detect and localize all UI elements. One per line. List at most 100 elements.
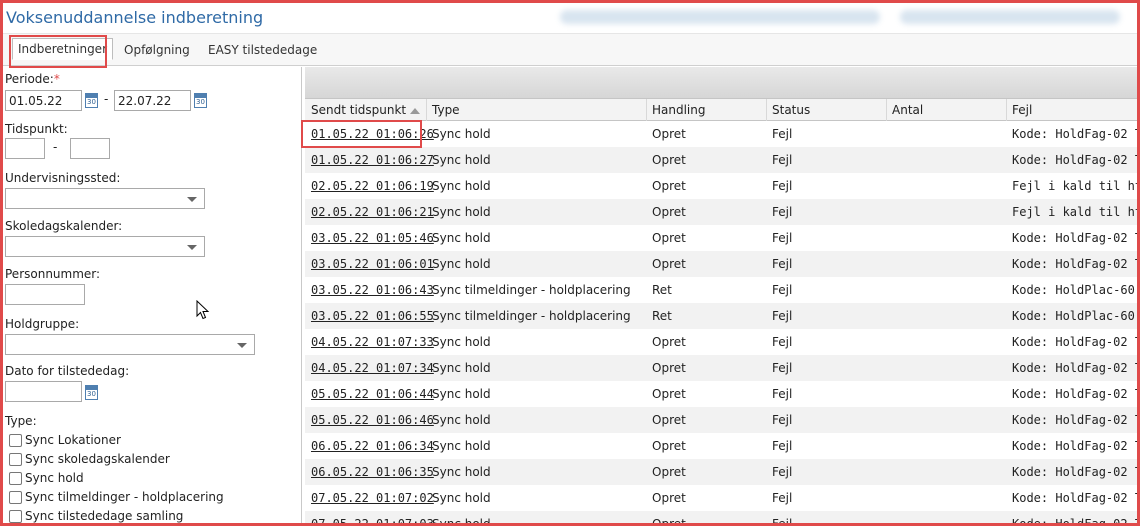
table-row[interactable]: 02.05.22 01:06:21 Sync hold Opret Fejl Fejl … (305, 199, 1140, 225)
cell-handling: Opret (652, 465, 686, 479)
cell-status: Fejl (772, 517, 793, 526)
cell-handling: Ret (652, 309, 672, 323)
table-row[interactable]: 05.05.22 01:06:44 Sync hold Opret Fejl Kode:… (305, 381, 1140, 407)
table-row[interactable]: 01.05.22 01:06:27 Sync hold Opret Fejl Kode:… (305, 147, 1140, 173)
cell-status: Fejl (772, 283, 793, 297)
type-option-label: Sync tilstededage samling (25, 509, 184, 523)
cell-sendt[interactable]: 04.05.22 01:07:33 (311, 335, 434, 349)
holdgruppe-select[interactable] (5, 334, 255, 355)
cell-sendt[interactable]: 05.05.22 01:06:44 (311, 387, 434, 401)
cell-fejl: Fejl i kald til https:/ (1012, 179, 1140, 193)
cell-handling: Opret (652, 205, 686, 219)
cell-type: Sync tilmeldinger - holdplacering (432, 309, 631, 323)
periode-to-input[interactable] (114, 90, 191, 111)
checkbox[interactable] (9, 453, 22, 466)
tidspunkt-from-input[interactable] (5, 138, 45, 159)
cell-handling: Ret (652, 283, 672, 297)
table-row[interactable]: 04.05.22 01:07:33 Sync hold Opret Fejl Kode:… (305, 329, 1140, 355)
dato-tilstededag-label: Dato for tilstededag: (5, 364, 130, 378)
table-row[interactable]: 07.05.22 01:07:03 Sync hold Opret Fejl Kode:… (305, 511, 1140, 526)
cell-status: Fejl (772, 231, 793, 245)
cell-fejl: Kode: HoldFag-02 Tek (1012, 413, 1140, 427)
cell-sendt[interactable]: 07.05.22 01:07:02 (311, 491, 434, 505)
cell-sendt[interactable]: 07.05.22 01:07:03 (311, 517, 434, 526)
row-highlight-annotation (301, 120, 422, 148)
cell-sendt[interactable]: 03.05.22 01:05:46 (311, 231, 434, 245)
cell-type: Sync hold (432, 439, 491, 453)
chevron-down-icon (187, 245, 197, 250)
cell-type: Sync hold (432, 179, 491, 193)
results-toolbar (305, 67, 1140, 99)
calendar-icon[interactable]: 30 (85, 385, 98, 400)
type-option-label: Sync Lokationer (25, 433, 121, 447)
cell-fejl: Kode: HoldPlac-60 Tek (1012, 283, 1140, 297)
cell-fejl: Kode: HoldFag-02 Tek (1012, 387, 1140, 401)
table-row[interactable]: 03.05.22 01:05:46 Sync hold Opret Fejl Kode:… (305, 225, 1140, 251)
table-row[interactable]: 04.05.22 01:07:34 Sync hold Opret Fejl Kode:… (305, 355, 1140, 381)
column-header-fejl[interactable]: Fejl (1012, 103, 1032, 117)
cell-status: Fejl (772, 153, 793, 167)
table-row[interactable]: 01.05.22 01:06:26 Sync hold Opret Fejl Kode:… (305, 121, 1140, 147)
table-row[interactable]: 03.05.22 01:06:01 Sync hold Opret Fejl Kode:… (305, 251, 1140, 277)
table-row[interactable]: 02.05.22 01:06:19 Sync hold Opret Fejl Fejl … (305, 173, 1140, 199)
cell-sendt[interactable]: 06.05.22 01:06:34 (311, 439, 434, 453)
cell-fejl: Kode: HoldFag-02 Tek (1012, 439, 1140, 453)
cell-handling: Opret (652, 491, 686, 505)
tidspunkt-to-input[interactable] (70, 138, 110, 159)
cell-type: Sync hold (432, 205, 491, 219)
cell-sendt[interactable]: 02.05.22 01:06:19 (311, 179, 434, 193)
table-row[interactable]: 06.05.22 01:06:34 Sync hold Opret Fejl Kode:… (305, 433, 1140, 459)
personnummer-input[interactable] (5, 284, 85, 305)
checkbox[interactable] (9, 510, 22, 523)
table-row[interactable]: 03.05.22 01:06:43 Sync tilmeldinger - hol… (305, 277, 1140, 303)
type-label: Type: (5, 414, 37, 428)
undervisningssted-select[interactable] (5, 188, 205, 209)
skoledagskalender-select[interactable] (5, 236, 205, 257)
column-header-handling[interactable]: Handling (652, 103, 706, 117)
periode-from-input[interactable] (5, 90, 82, 111)
cell-fejl: Kode: HoldFag-02 Tek (1012, 257, 1140, 271)
cell-type: Sync hold (432, 517, 491, 526)
cell-sendt[interactable]: 06.05.22 01:06:35 (311, 465, 434, 479)
dato-tilstededag-input[interactable] (5, 381, 82, 402)
cell-fejl: Kode: HoldFag-02 Tek (1012, 465, 1140, 479)
cell-type: Sync hold (432, 153, 491, 167)
cell-sendt[interactable]: 03.05.22 01:06:01 (311, 257, 434, 271)
cell-sendt[interactable]: 03.05.22 01:06:43 (311, 283, 434, 297)
calendar-icon[interactable]: 30 (194, 93, 207, 108)
cell-fejl: Fejl i kald til https:/ (1012, 205, 1140, 219)
column-header-status[interactable]: Status (772, 103, 810, 117)
cell-sendt[interactable]: 02.05.22 01:06:21 (311, 205, 434, 219)
table-row[interactable]: 03.05.22 01:06:55 Sync tilmeldinger - hol… (305, 303, 1140, 329)
cell-type: Sync hold (432, 335, 491, 349)
results-panel: Sendt tidspunkt Type Handling Status Ant… (305, 67, 1140, 526)
column-header-sendt[interactable]: Sendt tidspunkt (311, 103, 421, 117)
cell-sendt[interactable]: 01.05.22 01:06:27 (311, 153, 434, 167)
column-header-type[interactable]: Type (432, 103, 460, 117)
tab-opfolgning[interactable]: Opfølgning (124, 43, 190, 57)
cell-sendt[interactable]: 03.05.22 01:06:55 (311, 309, 434, 323)
checkbox[interactable] (9, 434, 22, 447)
cell-sendt[interactable]: 05.05.22 01:06:46 (311, 413, 434, 427)
table-row[interactable]: 06.05.22 01:06:35 Sync hold Opret Fejl Kode:… (305, 459, 1140, 485)
cell-handling: Opret (652, 179, 686, 193)
cell-fejl: Kode: HoldPlac-60 Tek (1012, 309, 1140, 323)
calendar-icon-label: 30 (196, 98, 205, 106)
cell-type: Sync hold (432, 465, 491, 479)
title-bar: Voksenuddannelse indberetning (0, 0, 1140, 34)
tab-easy-tilstededage[interactable]: EASY tilstededage (208, 43, 317, 57)
cell-handling: Opret (652, 335, 686, 349)
sort-asc-icon (410, 107, 421, 114)
cell-sendt[interactable]: 04.05.22 01:07:34 (311, 361, 434, 375)
checkbox[interactable] (9, 472, 22, 485)
cell-handling: Opret (652, 413, 686, 427)
table-row[interactable]: 07.05.22 01:07:02 Sync hold Opret Fejl Kode:… (305, 485, 1140, 511)
table-row[interactable]: 05.05.22 01:06:46 Sync hold Opret Fejl Kode:… (305, 407, 1140, 433)
column-header-antal[interactable]: Antal (892, 103, 923, 117)
app-title: Voksenuddannelse indberetning (6, 8, 264, 27)
checkbox[interactable] (9, 491, 22, 504)
tidspunkt-separator: - (53, 140, 58, 154)
cell-type: Sync hold (432, 413, 491, 427)
calendar-icon[interactable]: 30 (85, 93, 98, 108)
cell-handling: Opret (652, 153, 686, 167)
